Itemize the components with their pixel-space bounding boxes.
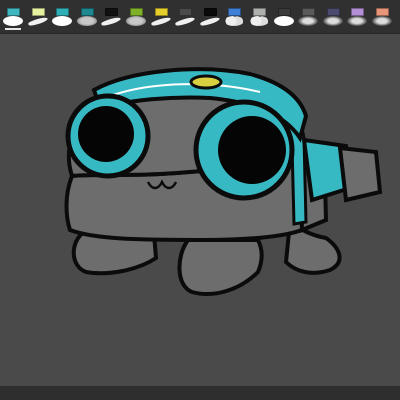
- brush-color-swatch: [130, 8, 143, 16]
- brush-color-swatch: [376, 8, 389, 16]
- brush-preset-3[interactable]: [51, 4, 73, 28]
- brush-preset-6[interactable]: [125, 4, 147, 28]
- brush-preset-15[interactable]: [346, 4, 368, 28]
- soft-brush-icon: [372, 16, 392, 26]
- brush-preset-13[interactable]: [297, 4, 319, 28]
- soft-brush-icon: [322, 16, 343, 26]
- cloud-brush-icon: [224, 16, 245, 26]
- brush-color-swatch: [80, 8, 94, 16]
- brush-color-swatch: [326, 8, 340, 16]
- brush-color-swatch: [7, 8, 20, 16]
- drawing-canvas[interactable]: [0, 34, 400, 386]
- goggle-badge: [189, 74, 223, 90]
- paint-app: [0, 0, 400, 400]
- brush-color-swatch: [253, 8, 266, 16]
- brush-preset-5[interactable]: [100, 4, 122, 28]
- goggle-left-lens: [78, 106, 134, 162]
- drawing-svg[interactable]: [0, 34, 400, 386]
- brush-color-swatch: [277, 8, 291, 16]
- brush-preset-2[interactable]: [27, 4, 49, 28]
- brush-preset-16[interactable]: [371, 4, 393, 28]
- smudge-brush-icon: [126, 16, 146, 26]
- brush-color-swatch: [56, 8, 70, 16]
- round-brush-icon: [3, 16, 23, 26]
- brush-color-swatch: [302, 8, 316, 16]
- round-brush-icon: [52, 16, 73, 26]
- brush-preset-14[interactable]: [322, 4, 344, 28]
- brush-color-swatch: [31, 8, 45, 16]
- brush-preset-4[interactable]: [76, 4, 98, 28]
- pen-brush-icon: [199, 16, 221, 27]
- pen-brush-icon: [101, 16, 122, 27]
- brush-color-swatch: [228, 8, 242, 16]
- brush-color-swatch: [179, 8, 193, 16]
- leg-middle: [177, 238, 264, 296]
- status-bar: [0, 386, 400, 400]
- brush-preset-11[interactable]: [248, 4, 270, 28]
- goggle-right-lens: [218, 116, 286, 184]
- brush-toolbar: [0, 0, 400, 34]
- brush-preset-10[interactable]: [223, 4, 245, 28]
- cloud-brush-icon: [249, 16, 269, 26]
- brush-preset-12[interactable]: [273, 4, 295, 28]
- pen-brush-icon: [27, 16, 48, 27]
- brush-preset-7[interactable]: [150, 4, 172, 28]
- brush-preset-9[interactable]: [199, 4, 221, 28]
- brush-color-swatch: [351, 8, 365, 16]
- brush-preset-1[interactable]: [2, 4, 24, 30]
- smudge-brush-icon: [76, 16, 97, 26]
- pen-brush-icon: [174, 16, 196, 27]
- brush-color-swatch: [105, 8, 119, 16]
- brush-color-swatch: [203, 8, 217, 16]
- soft-brush-icon: [298, 16, 319, 26]
- brush-color-swatch: [154, 8, 168, 16]
- pen-brush-icon: [150, 16, 171, 27]
- brush-preset-8[interactable]: [174, 4, 196, 28]
- goggle-strap-buckle: [337, 145, 383, 203]
- soft-brush-icon: [347, 16, 368, 26]
- round-brush-icon: [273, 16, 294, 26]
